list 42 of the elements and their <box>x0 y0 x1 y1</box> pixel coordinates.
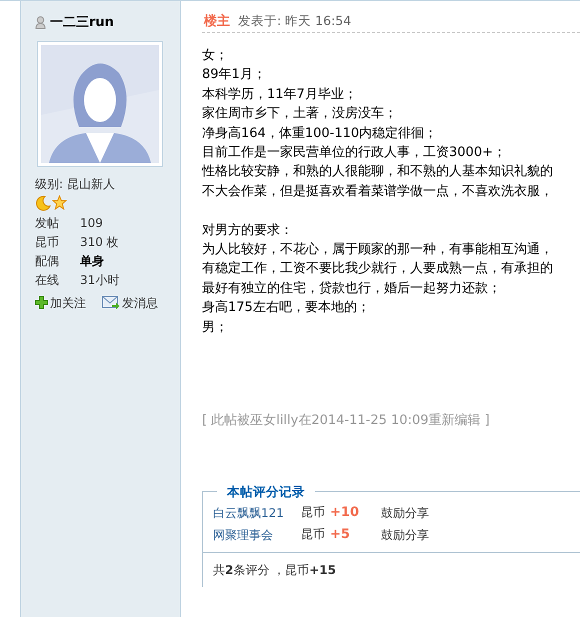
moon-icon <box>35 194 51 210</box>
stat-label: 配偶 <box>35 253 60 270</box>
post-text-line: 本科学历，11年7月毕业； <box>202 86 358 104</box>
user-icon <box>35 16 46 30</box>
action-link[interactable]: 发消息 <box>102 294 158 312</box>
stat-value: 单身 <box>80 253 104 270</box>
post-text-line: 净身高164，体重100-110内稳定徘徊； <box>202 124 438 143</box>
stat-value: 31小时 <box>80 272 120 289</box>
avatar[interactable] <box>37 40 163 166</box>
stat-label: 在线 <box>35 272 60 289</box>
post-text-line: 最好有独立的住宅，贷款也行，婚后一起努力还款； <box>202 280 502 298</box>
post-text-line: 有稳定工作，工资不要比我少就行，人要成熟一点，有承担的 <box>202 260 554 278</box>
post-text-line: 不大会作菜，但是挺喜欢看着菜谱学做一点，不喜欢洗衣服， <box>202 182 554 201</box>
action-link[interactable]: 加关注 <box>35 294 86 312</box>
post-text-line: 对男方的要求： <box>202 222 294 240</box>
rating-reason: 鼓励分享 <box>381 526 429 544</box>
post-text-line: 家住周市乡下，土著，没房没车； <box>202 105 398 124</box>
user-link[interactable]: 网聚理事会 <box>213 526 301 544</box>
stat-label: 昆币 <box>35 234 60 251</box>
stat-label: 发帖 <box>35 215 60 232</box>
plus-icon <box>35 296 48 309</box>
floor-label: 楼主 <box>204 12 230 31</box>
post-text-line: 为人比较好，不花心，属于顾家的那一种，有事能相互沟通， <box>202 241 554 260</box>
user-link[interactable]: 白云飘飘121 <box>213 504 301 522</box>
post-text-line: 男； <box>202 318 229 337</box>
user-level: 级别: 昆山新人 <box>35 176 116 192</box>
rating-score: 昆币 +5 <box>301 526 351 544</box>
edit-note: [ 此帖被巫女lilly在2014-11-25 10:09重新编辑 ] <box>202 412 491 430</box>
rating-score: 昆币 +10 <box>301 504 360 522</box>
post-text-line: 89年1月； <box>202 66 267 84</box>
envelope-icon <box>102 296 120 309</box>
post-text-line: 女； <box>202 47 229 65</box>
stat-value: 310 枚 <box>80 234 119 251</box>
rating-reason: 鼓励分享 <box>381 504 429 522</box>
username[interactable]: 一二三run <box>50 13 114 32</box>
star-icon <box>52 194 67 210</box>
stat-value: 109 <box>80 215 103 232</box>
post-text-line: 目前工作是一家民营单位的行政人事，工资3000+； <box>202 144 507 162</box>
post-text-line: 性格比较安静，和熟的人很能聊，和不熟的人基本知识礼貌的 <box>202 163 554 182</box>
post-text-line: 身高175左右吧，要本地的； <box>202 299 371 318</box>
ratings-summary: 共2条评分 ，昆币+15 <box>203 552 580 587</box>
post-time: 发表于: 昨天 16:54 <box>238 12 352 30</box>
